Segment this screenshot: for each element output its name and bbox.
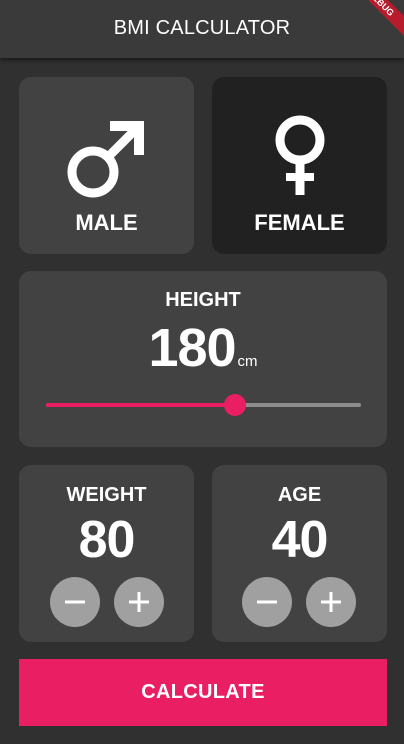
weight-value: 80 [78,511,136,569]
age-card: AGE 40 [212,465,387,642]
app-bar: BMI CALCULATOR DEBUG [0,0,404,58]
female-label: FEMALE [254,210,345,235]
age-increment-button[interactable] [306,577,356,627]
age-decrement-button[interactable] [242,577,292,627]
height-value: 180 [148,318,236,378]
height-readout: 180 cm [19,317,387,379]
minus-icon [65,600,85,604]
male-icon [19,113,194,203]
height-unit: cm [237,353,258,370]
weight-increment-button[interactable] [114,577,164,627]
height-card: HEIGHT 180 cm [19,271,387,447]
age-label: AGE [277,484,322,506]
main-content: MALE FEMALE HEIGHT 180 cm WEIGHT 80 AGE … [0,58,404,744]
female-icon [212,113,387,203]
slider-thumb[interactable] [224,394,246,416]
female-card[interactable]: FEMALE [212,77,387,254]
male-card[interactable]: MALE [19,77,194,254]
slider-active-track [46,403,235,407]
plus-icon [129,592,149,612]
app-title: BMI CALCULATOR [113,17,291,39]
minus-icon [257,600,277,604]
weight-decrement-button[interactable] [50,577,100,627]
age-value: 40 [271,511,329,569]
male-label: MALE [75,210,138,235]
weight-label: WEIGHT [66,484,147,506]
app-screen: BMI CALCULATOR DEBUG MALE FEMALE HEIGHT … [0,0,404,744]
height-slider[interactable] [46,394,361,416]
plus-icon [321,592,341,612]
weight-card: WEIGHT 80 [19,465,194,642]
height-label: HEIGHT [165,289,241,311]
calculate-button[interactable]: CALCULATE [19,659,387,726]
